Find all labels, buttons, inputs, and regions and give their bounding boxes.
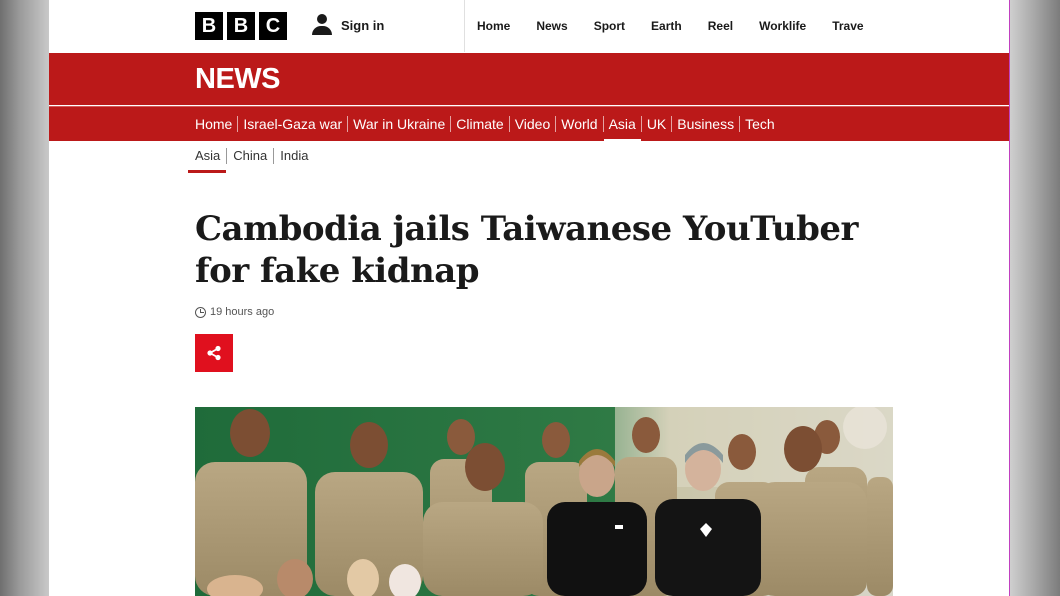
- global-nav-news[interactable]: News: [536, 0, 593, 52]
- logo-letter: B: [195, 12, 223, 40]
- section-video[interactable]: Video: [508, 116, 556, 132]
- section-nav: Home Israel-Gaza war War in Ukraine Clim…: [49, 106, 1009, 142]
- browser-page: B B C Sign in Home News Sport Earth Reel…: [49, 0, 1009, 596]
- section-war-in-ukraine[interactable]: War in Ukraine: [347, 116, 450, 132]
- global-nav-travel[interactable]: Trave: [832, 0, 889, 52]
- timestamp-text: 19 hours ago: [210, 306, 275, 318]
- global-nav-home[interactable]: Home: [465, 0, 536, 52]
- top-bar: B B C Sign in Home News Sport Earth Reel…: [49, 0, 1009, 52]
- subnav-asia[interactable]: Asia: [187, 148, 227, 173]
- signin-button[interactable]: Sign in: [311, 14, 384, 36]
- global-nav-reel[interactable]: Reel: [708, 0, 759, 52]
- article-timestamp: 19 hours ago: [195, 306, 274, 318]
- sub-nav: Asia China India: [187, 148, 314, 173]
- share-button[interactable]: [195, 334, 233, 372]
- section-home[interactable]: Home: [195, 116, 237, 132]
- news-logo[interactable]: NEWS: [195, 63, 281, 96]
- section-business[interactable]: Business: [671, 116, 739, 132]
- background-right: [1009, 0, 1060, 596]
- section-asia[interactable]: Asia: [602, 116, 642, 142]
- section-israel-gaza-war[interactable]: Israel-Gaza war: [237, 116, 347, 132]
- signin-label: Sign in: [341, 17, 385, 33]
- subnav-china[interactable]: China: [226, 148, 273, 164]
- section-uk[interactable]: UK: [640, 116, 671, 132]
- global-nav-earth[interactable]: Earth: [651, 0, 708, 52]
- news-banner: NEWS: [49, 53, 1009, 105]
- article-photo: [195, 407, 893, 596]
- article-headline: Cambodia jails Taiwanese YouTuber for fa…: [195, 209, 858, 291]
- global-nav-worklife[interactable]: Worklife: [759, 0, 832, 52]
- share-icon: [207, 345, 221, 361]
- section-climate[interactable]: Climate: [450, 116, 508, 132]
- section-world[interactable]: World: [555, 116, 602, 132]
- logo-letter: C: [259, 12, 287, 40]
- user-icon: [311, 14, 333, 36]
- global-nav-sport[interactable]: Sport: [594, 0, 651, 52]
- subnav-india[interactable]: India: [273, 148, 314, 164]
- clock-icon: [195, 306, 206, 318]
- logo-letter: B: [227, 12, 255, 40]
- background-left: [0, 0, 49, 596]
- photo-illustration: [195, 407, 893, 596]
- global-nav: Home News Sport Earth Reel Worklife Trav…: [464, 0, 890, 52]
- section-tech[interactable]: Tech: [739, 116, 780, 132]
- bbc-logo[interactable]: B B C: [195, 12, 287, 40]
